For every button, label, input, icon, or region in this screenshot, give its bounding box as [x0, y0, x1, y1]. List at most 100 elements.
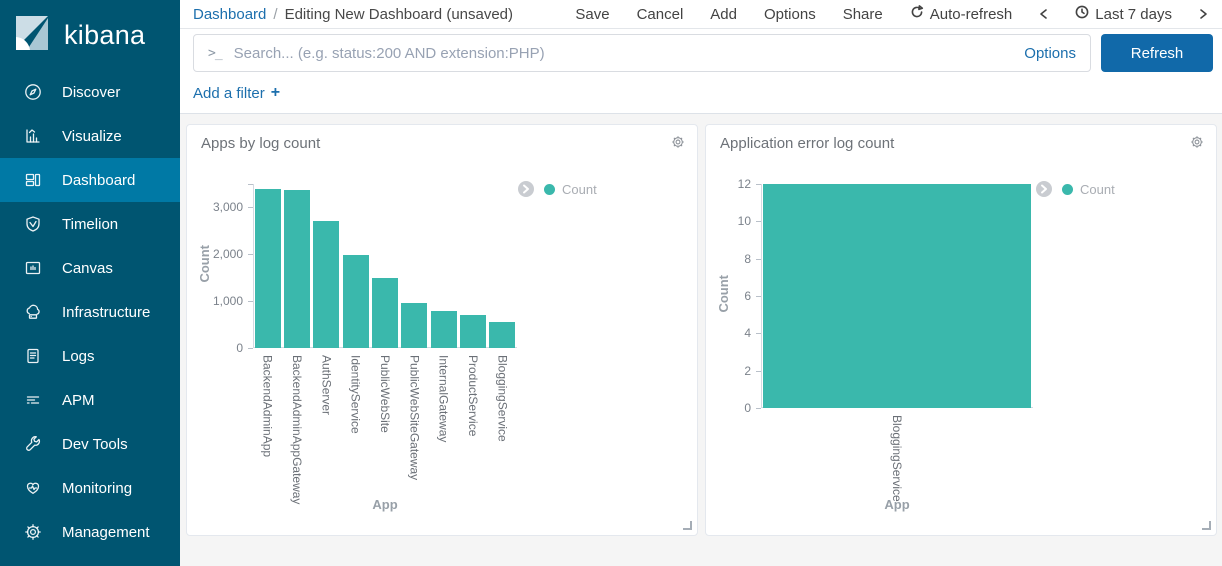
share-button[interactable]: Share	[843, 6, 883, 23]
bar[interactable]	[255, 189, 281, 348]
y-tick-label: 10	[706, 214, 751, 228]
bar-chart: 024681012BloggingService	[706, 125, 1216, 535]
bar[interactable]	[489, 322, 515, 348]
canvas-frame-icon	[23, 258, 43, 278]
y-tick-mark	[756, 333, 761, 334]
sidebar-item-visualize[interactable]: Visualize	[0, 114, 180, 158]
legend-label[interactable]: Count	[562, 182, 597, 197]
breadcrumb-separator: /	[273, 6, 277, 23]
x-category-label: InternalGateway	[437, 355, 451, 442]
auto-refresh-button[interactable]: Auto-refresh	[910, 5, 1013, 23]
x-category-label: BackendAdminAppGateway	[290, 355, 304, 504]
add-button[interactable]: Add	[710, 6, 737, 23]
save-button[interactable]: Save	[575, 6, 609, 23]
y-tick-label: 0	[706, 401, 751, 415]
y-tick-mark	[248, 184, 253, 185]
monitoring-pulse-icon	[23, 478, 43, 498]
bar[interactable]	[284, 190, 310, 348]
sidebar-item-label: Monitoring	[62, 480, 132, 497]
compass-icon	[23, 82, 43, 102]
sidebar-item-label: Logs	[62, 348, 95, 365]
breadcrumb-current: Editing New Dashboard (unsaved)	[285, 6, 513, 23]
sidebar-item-logs[interactable]: Logs	[0, 334, 180, 378]
x-category-label: BackendAdminApp	[261, 355, 275, 457]
sidebar-item-label: Dashboard	[62, 172, 135, 189]
y-tick-mark	[756, 371, 761, 372]
bar[interactable]	[401, 303, 427, 348]
apm-lines-icon	[23, 390, 43, 410]
x-category-label: BloggingService	[495, 355, 509, 442]
y-tick-mark	[756, 408, 761, 409]
sidebar-item-label: Timelion	[62, 216, 118, 233]
sidebar-item-discover[interactable]: Discover	[0, 70, 180, 114]
sidebar-item-dashboard[interactable]: Dashboard	[0, 158, 180, 202]
legend-dot	[1062, 184, 1073, 195]
refresh-button[interactable]: Refresh	[1101, 34, 1213, 72]
query-options-link[interactable]: Options	[1024, 45, 1076, 62]
x-category-label: PublicWebSite	[378, 355, 392, 433]
legend-toggle-icon[interactable]	[518, 181, 534, 197]
resize-handle[interactable]	[1202, 521, 1211, 530]
sidebar-item-label: APM	[62, 392, 95, 409]
sidebar-item-infrastructure[interactable]: Infrastructure	[0, 290, 180, 334]
x-axis-title: App	[355, 497, 415, 512]
options-button[interactable]: Options	[764, 6, 816, 23]
y-axis-title: Count	[716, 275, 731, 313]
bar[interactable]	[763, 184, 1031, 408]
bar[interactable]	[460, 315, 486, 348]
bar[interactable]	[343, 255, 369, 348]
bar[interactable]	[313, 221, 339, 348]
bar[interactable]	[431, 311, 457, 348]
y-tick-label: 8	[706, 252, 751, 266]
y-tick-label: 12	[706, 177, 751, 191]
breadcrumb-dashboard-link[interactable]: Dashboard	[193, 6, 266, 23]
top-navbar: Dashboard / Editing New Dashboard (unsav…	[180, 0, 1222, 29]
y-tick-mark	[248, 207, 253, 208]
y-tick-label: 2	[706, 364, 751, 378]
add-filter-link[interactable]: Add a filter	[193, 85, 265, 102]
sidebar: kibana Discover Visualize Dashboard Time	[0, 0, 180, 566]
chevron-right-icon	[1201, 10, 1206, 18]
cancel-button[interactable]: Cancel	[637, 6, 684, 23]
kibana-logo-text: kibana	[64, 20, 145, 51]
sidebar-item-label: Management	[62, 524, 150, 541]
kibana-logo-icon	[13, 14, 51, 57]
time-range-picker[interactable]: Last 7 days	[1075, 5, 1172, 23]
wrench-icon	[23, 434, 43, 454]
y-tick-mark	[248, 348, 253, 349]
time-back-button[interactable]	[1039, 8, 1048, 20]
auto-refresh-icon	[910, 5, 924, 23]
kibana-app: kibana Discover Visualize Dashboard Time	[0, 0, 1222, 566]
panel-application-error-log-count: Application error log count 024681012Blo…	[705, 124, 1217, 536]
search-input[interactable]	[234, 45, 1013, 62]
bar-chart-icon	[23, 126, 43, 146]
sidebar-item-monitoring[interactable]: Monitoring	[0, 466, 180, 510]
infrastructure-cloud-icon	[23, 302, 43, 322]
x-category-label: ProductService	[466, 355, 480, 436]
sidebar-item-label: Canvas	[62, 260, 113, 277]
legend-toggle-icon[interactable]	[1036, 181, 1052, 197]
bar[interactable]	[372, 278, 398, 348]
chevron-left-icon	[1041, 10, 1046, 18]
plus-icon[interactable]: +	[271, 84, 280, 102]
y-tick-mark	[248, 301, 253, 302]
sidebar-item-management[interactable]: Management	[0, 510, 180, 554]
sidebar-item-canvas[interactable]: Canvas	[0, 246, 180, 290]
search-box[interactable]: >_ Options	[193, 34, 1091, 72]
sidebar-item-apm[interactable]: APM	[0, 378, 180, 422]
x-axis-title: App	[867, 497, 927, 512]
resize-handle[interactable]	[683, 521, 692, 530]
sidebar-item-label: Discover	[62, 84, 120, 101]
time-forward-button[interactable]	[1199, 8, 1208, 20]
auto-refresh-label: Auto-refresh	[930, 6, 1013, 23]
terminal-prompt-icon: >_	[208, 46, 222, 61]
sidebar-item-timelion[interactable]: Timelion	[0, 202, 180, 246]
legend-dot	[544, 184, 555, 195]
legend-label[interactable]: Count	[1080, 182, 1115, 197]
sidebar-item-dev-tools[interactable]: Dev Tools	[0, 422, 180, 466]
y-tick-mark	[756, 259, 761, 260]
y-tick-mark	[248, 254, 253, 255]
kibana-logo[interactable]: kibana	[0, 0, 180, 70]
x-category-label: PublicWebSiteGateway	[407, 355, 421, 480]
query-bar: >_ Options Refresh	[180, 29, 1222, 77]
